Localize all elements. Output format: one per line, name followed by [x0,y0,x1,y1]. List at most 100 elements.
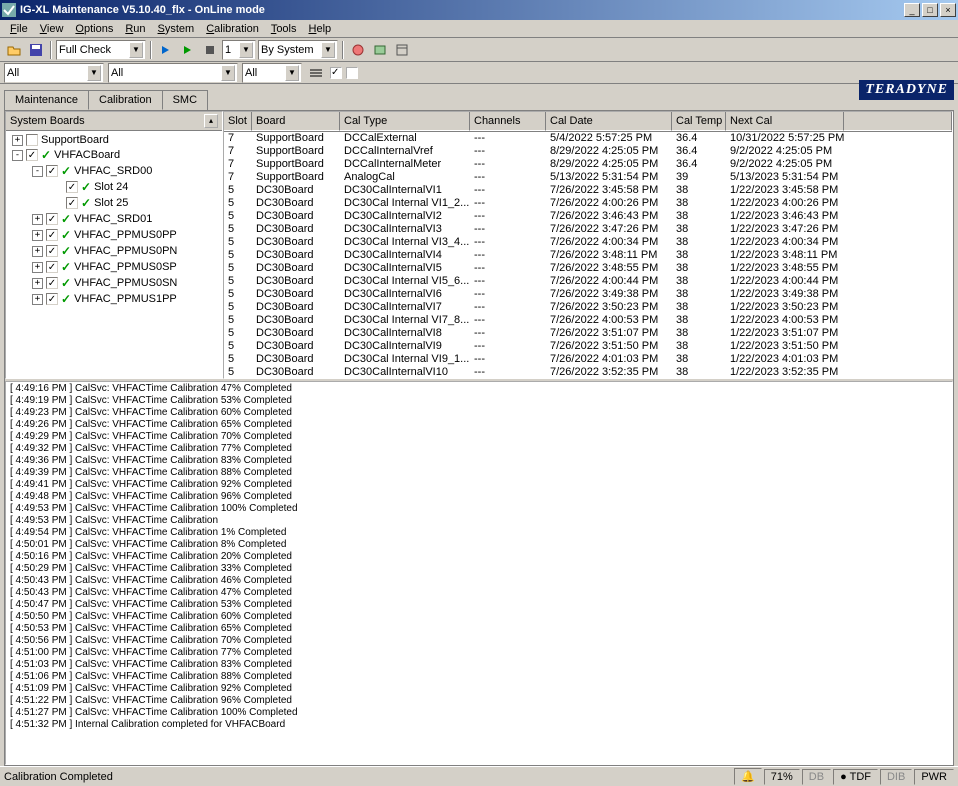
table-row[interactable]: 5DC30BoardDC30Cal Internal VI5_6...---7/… [224,275,952,288]
tree-scroll-up[interactable]: ▴ [204,114,218,128]
play-button[interactable] [178,40,198,60]
tree-item[interactable]: +✓VHFAC_SRD01 [8,211,220,227]
column-header[interactable]: Channels [470,112,546,131]
grid-header[interactable]: SlotBoardCal TypeChannelsCal DateCal Tem… [224,112,952,132]
table-row[interactable]: 5DC30BoardDC30CalInternalVI4---7/26/2022… [224,249,952,262]
tool1-button[interactable] [348,40,368,60]
open-button[interactable] [4,40,24,60]
tree-expander[interactable]: + [32,278,43,289]
tool3-button[interactable] [392,40,412,60]
menu-view[interactable]: View [34,21,70,37]
filter2-combo[interactable]: All▼ [108,63,238,83]
table-row[interactable]: 5DC30BoardDC30CalInternalVI9---7/26/2022… [224,340,952,353]
tree-expander[interactable]: + [12,135,23,146]
table-row[interactable]: 5DC30BoardDC30CalInternalVI6---7/26/2022… [224,288,952,301]
table-row[interactable]: 5DC30BoardDC30CalInternalVI7---7/26/2022… [224,301,952,314]
tree-checkbox[interactable] [46,293,58,305]
table-row[interactable]: 5DC30BoardDC30CalInternalVI8---7/26/2022… [224,327,952,340]
tab-maintenance[interactable]: Maintenance [4,90,89,110]
tree-expander[interactable]: + [32,294,43,305]
column-header[interactable]: Board [252,112,340,131]
cell: 38 [672,236,726,249]
log-line: [ 4:49:53 PM ] CalSvc: VHFACTime Calibra… [10,503,948,515]
tree-item[interactable]: ✓Slot 25 [8,195,220,211]
table-row[interactable]: 5DC30BoardDC30Cal Internal VI9_1...---7/… [224,353,952,366]
tree-checkbox[interactable] [26,149,38,161]
filter3-combo[interactable]: All▼ [242,63,302,83]
tree-expander[interactable]: + [32,230,43,241]
tree-checkbox[interactable] [46,277,58,289]
tree-checkbox[interactable] [46,261,58,273]
tree-expander[interactable]: + [32,262,43,273]
count-combo[interactable]: 1▼ [222,40,256,60]
close-button[interactable]: × [940,3,956,17]
menu-calibration[interactable]: Calibration [200,21,265,37]
menu-options[interactable]: Options [69,21,119,37]
tree-item[interactable]: -✓VHFACBoard [8,147,220,163]
table-row[interactable]: 5DC30BoardDC30CalInternalVI2---7/26/2022… [224,210,952,223]
column-header[interactable]: Cal Type [340,112,470,131]
table-row[interactable]: 7SupportBoardDCCalExternal---5/4/2022 5:… [224,132,952,145]
table-row[interactable]: 7SupportBoardDCCalInternalMeter---8/29/2… [224,158,952,171]
table-row[interactable]: 5DC30BoardDC30CalInternalVI1---7/26/2022… [224,184,952,197]
cell: DC30CalInternalVI10 [340,366,470,378]
tree-checkbox[interactable] [66,181,78,193]
tree-checkbox[interactable] [66,197,78,209]
log-pane[interactable]: [ 4:49:16 PM ] CalSvc: VHFACTime Calibra… [5,381,953,765]
tree-item[interactable]: +✓VHFAC_PPMUS0PN [8,243,220,259]
menu-tools[interactable]: Tools [265,21,303,37]
table-row[interactable]: 5DC30BoardDC30Cal Internal VI1_2...---7/… [224,197,952,210]
save-button[interactable] [26,40,46,60]
tree-expander[interactable]: - [32,166,43,177]
column-header[interactable]: Cal Date [546,112,672,131]
tree-item[interactable]: ✓Slot 24 [8,179,220,195]
table-row[interactable]: 5DC30BoardDC30Cal Internal VI7_8...---7/… [224,314,952,327]
tree-checkbox[interactable] [46,165,58,177]
cell: DC30CalInternalVI8 [340,327,470,340]
tree-checkbox[interactable] [46,229,58,241]
tool2-button[interactable] [370,40,390,60]
table-row[interactable]: 5DC30BoardDC30CalInternalVI5---7/26/2022… [224,262,952,275]
tree-checkbox[interactable] [26,134,38,146]
group-combo[interactable]: By System▼ [258,40,338,60]
tree-expander[interactable]: - [12,150,23,161]
maximize-button[interactable]: □ [922,3,938,17]
tree-item[interactable]: +✓VHFAC_PPMUS0PP [8,227,220,243]
filter-options-button[interactable] [306,63,326,83]
tree-item[interactable]: +SupportBoard [8,133,220,147]
tree-checkbox[interactable] [46,245,58,257]
bell-icon[interactable]: 🔔 [734,768,762,785]
check-mode-combo[interactable]: Full Check▼ [56,40,146,60]
column-header[interactable]: Cal Temp [672,112,726,131]
tab-calibration[interactable]: Calibration [88,90,163,110]
table-row[interactable]: 5DC30BoardDC30CalInternalVI3---7/26/2022… [224,223,952,236]
table-row[interactable]: 5DC30BoardDC30CalInternalVI10---7/26/202… [224,366,952,378]
stop-button[interactable] [200,40,220,60]
tree-expander[interactable]: + [32,214,43,225]
play-blue-button[interactable] [156,40,176,60]
menu-system[interactable]: System [152,21,201,37]
tree-item[interactable]: +✓VHFAC_PPMUS1PP [8,291,220,307]
tree[interactable]: +SupportBoard-✓VHFACBoard-✓VHFAC_SRD00✓S… [6,131,222,378]
cell: 8/29/2022 4:25:05 PM [546,158,672,171]
menu-file[interactable]: File [4,21,34,37]
tab-bar: MaintenanceCalibrationSMC [4,90,954,110]
tree-checkbox[interactable] [46,213,58,225]
filter-checkbox-1[interactable] [330,67,342,79]
tree-item[interactable]: -✓VHFAC_SRD00 [8,163,220,179]
menu-run[interactable]: Run [119,21,151,37]
tree-item[interactable]: +✓VHFAC_PPMUS0SP [8,259,220,275]
table-row[interactable]: 5DC30BoardDC30Cal Internal VI3_4...---7/… [224,236,952,249]
column-header[interactable]: Next Cal [726,112,844,131]
column-header[interactable]: Slot [224,112,252,131]
minimize-button[interactable]: _ [904,3,920,17]
filter-checkbox-2[interactable] [346,67,358,79]
filter1-combo[interactable]: All▼ [4,63,104,83]
tab-smc[interactable]: SMC [162,90,208,110]
table-row[interactable]: 7SupportBoardAnalogCal---5/13/2022 5:31:… [224,171,952,184]
tree-item[interactable]: +✓VHFAC_PPMUS0SN [8,275,220,291]
menu-help[interactable]: Help [303,21,338,37]
grid-body[interactable]: 7SupportBoardDCCalExternal---5/4/2022 5:… [224,132,952,378]
tree-expander[interactable]: + [32,246,43,257]
table-row[interactable]: 7SupportBoardDCCalInternalVref---8/29/20… [224,145,952,158]
